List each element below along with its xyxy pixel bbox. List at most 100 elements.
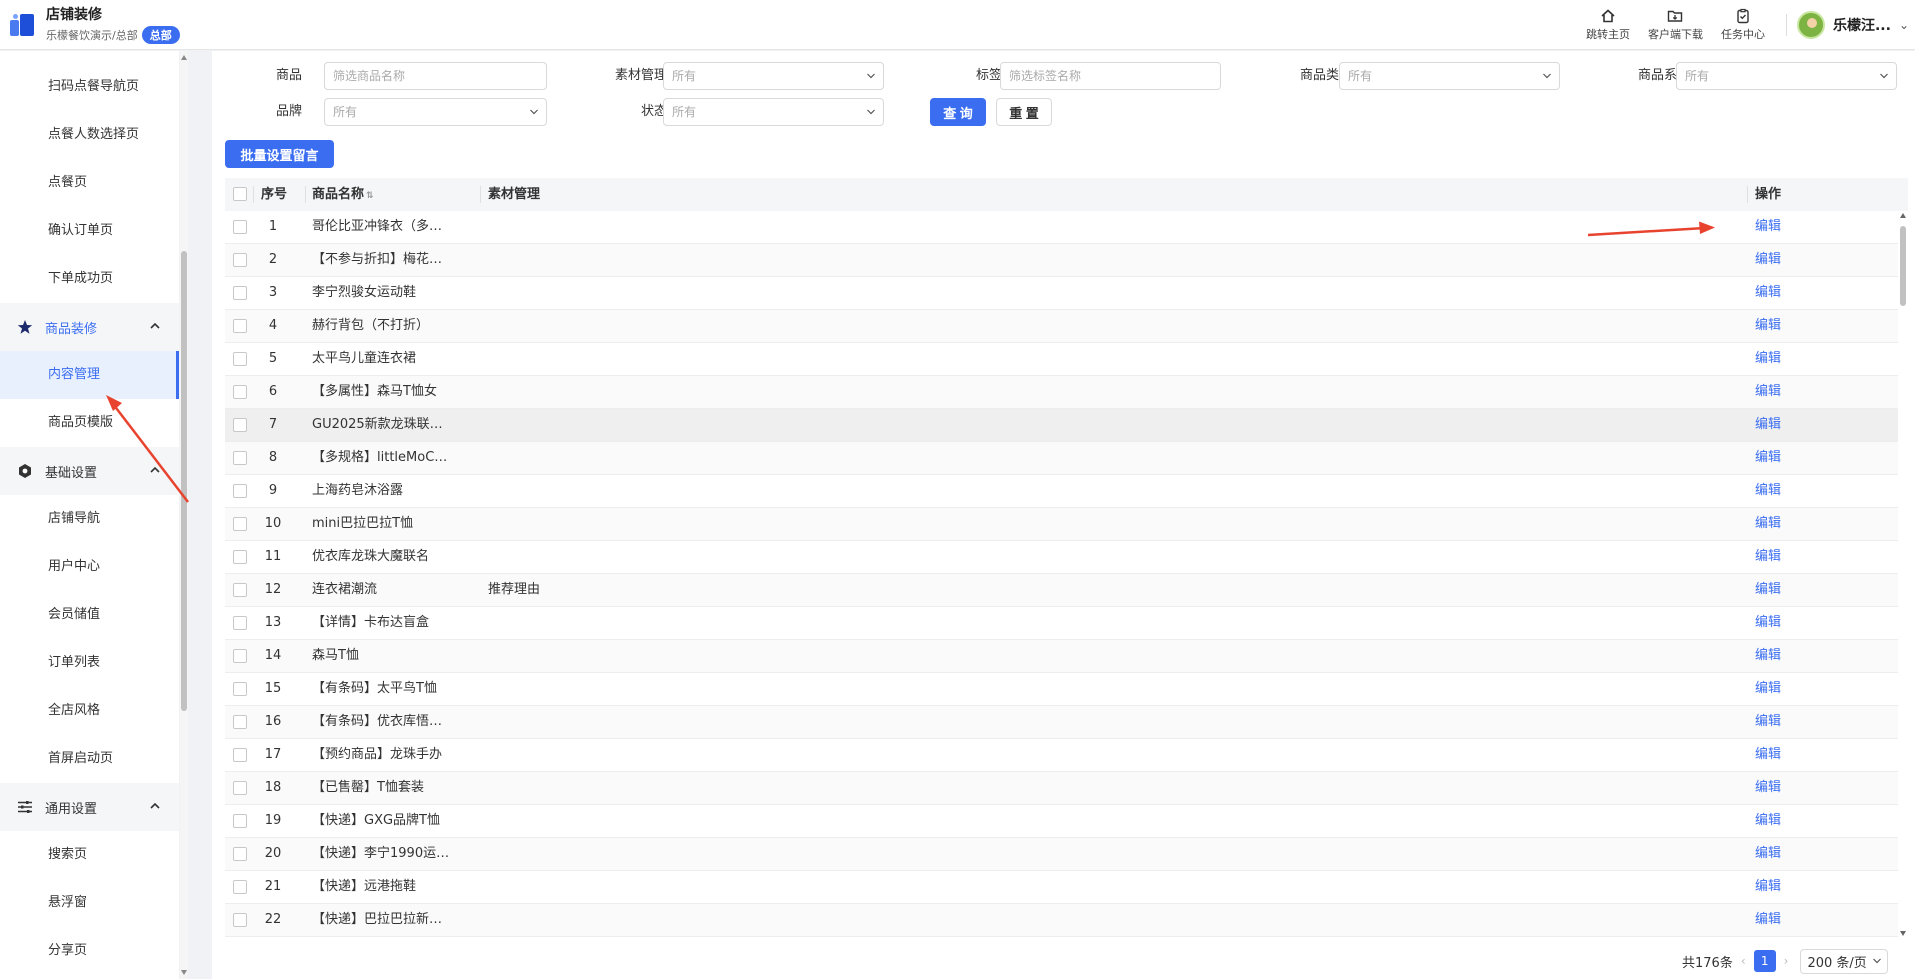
sidebar-item-scan-nav[interactable]: 扫码点餐导航页	[0, 63, 179, 111]
sidebar-scrollbar[interactable]	[180, 51, 188, 979]
sidebar-item-order-list[interactable]: 订单列表	[0, 639, 179, 687]
sidebar-group-basic[interactable]: 基础设置	[0, 447, 179, 495]
sidebar-group-goods[interactable]: 商品装修	[0, 303, 179, 351]
scroll-down-icon[interactable]	[1900, 931, 1906, 936]
row-checkbox[interactable]	[233, 253, 247, 267]
row-checkbox[interactable]	[233, 814, 247, 828]
batch-set-message-button[interactable]: 批量设置留言	[225, 140, 334, 168]
row-checkbox[interactable]	[233, 418, 247, 432]
edit-link[interactable]: 编辑	[1755, 772, 1781, 804]
edit-link[interactable]: 编辑	[1755, 508, 1781, 540]
sidebar-group-general[interactable]: 通用设置	[0, 783, 179, 831]
scroll-up-icon[interactable]	[181, 55, 187, 60]
avatar[interactable]	[1796, 11, 1825, 39]
edit-link[interactable]: 编辑	[1755, 871, 1781, 903]
row-checkbox[interactable]	[233, 913, 247, 927]
table-row[interactable]: 13 【详情】卡布达盲盒 编辑	[225, 607, 1908, 640]
page-size-select[interactable]: 200 条/页	[1800, 948, 1888, 974]
table-row[interactable]: 3 李宁烈骏女运动鞋 编辑	[225, 277, 1908, 310]
brand-select[interactable]: 所有	[324, 98, 547, 126]
table-row[interactable]: 15 【有条码】太平鸟T恤 编辑	[225, 673, 1908, 706]
sidebar-item-party-size[interactable]: 点餐人数选择页	[0, 111, 179, 159]
table-scrollbar[interactable]	[1898, 211, 1908, 938]
table-row[interactable]: 16 【有条码】优衣库悟… 编辑	[225, 706, 1908, 739]
user-name[interactable]: 乐檬汪...	[1833, 15, 1891, 35]
table-row[interactable]: 22 【快递】巴拉巴拉新… 编辑	[225, 904, 1908, 937]
edit-link[interactable]: 编辑	[1755, 310, 1781, 342]
row-checkbox[interactable]	[233, 385, 247, 399]
table-row[interactable]: 9 上海药皂沐浴露 编辑	[225, 475, 1908, 508]
row-checkbox[interactable]	[233, 880, 247, 894]
sidebar-scroll-thumb[interactable]	[181, 251, 187, 711]
table-row[interactable]: 11 优衣库龙珠大魔联名 编辑	[225, 541, 1908, 574]
sidebar-item-user-center[interactable]: 用户中心	[0, 543, 179, 591]
edit-link[interactable]: 编辑	[1755, 904, 1781, 936]
edit-link[interactable]: 编辑	[1755, 211, 1781, 243]
edit-link[interactable]: 编辑	[1755, 541, 1781, 573]
sidebar-item-member-deposit[interactable]: 会员储值	[0, 591, 179, 639]
edit-link[interactable]: 编辑	[1755, 838, 1781, 870]
row-checkbox[interactable]	[233, 550, 247, 564]
table-row[interactable]: 7 GU2025新款龙珠联… 编辑	[225, 409, 1908, 442]
row-checkbox[interactable]	[233, 748, 247, 762]
sidebar-item-confirm-order[interactable]: 确认订单页	[0, 207, 179, 255]
table-row[interactable]: 2 【不参与折扣】梅花… 编辑	[225, 244, 1908, 277]
scroll-up-icon[interactable]	[1900, 213, 1906, 218]
material-select[interactable]: 所有	[663, 62, 884, 90]
reset-button[interactable]: 重 置	[996, 98, 1052, 126]
row-checkbox[interactable]	[233, 847, 247, 861]
edit-link[interactable]: 编辑	[1755, 244, 1781, 276]
table-row[interactable]: 20 【快递】李宁1990运… 编辑	[225, 838, 1908, 871]
sidebar-item-store-style[interactable]: 全店风格	[0, 687, 179, 735]
table-scroll-thumb[interactable]	[1900, 226, 1906, 306]
series-select[interactable]: 所有	[1676, 62, 1897, 90]
table-row[interactable]: 18 【已售罄】T恤套装 编辑	[225, 772, 1908, 805]
table-row[interactable]: 14 森马T恤 编辑	[225, 640, 1908, 673]
category-select[interactable]: 所有	[1339, 62, 1560, 90]
col-name[interactable]: 商品名称 ⇅	[312, 178, 374, 213]
client-download-button[interactable]: 客户端下载	[1648, 8, 1703, 42]
row-checkbox[interactable]	[233, 715, 247, 729]
sidebar-item-content-management[interactable]: 内容管理	[0, 351, 179, 399]
table-row[interactable]: 1 哥伦比亚冲锋衣（多… 编辑	[225, 211, 1908, 244]
edit-link[interactable]: 编辑	[1755, 673, 1781, 705]
edit-link[interactable]: 编辑	[1755, 805, 1781, 837]
row-checkbox[interactable]	[233, 319, 247, 333]
sidebar-item-goods-template[interactable]: 商品页模版	[0, 399, 179, 447]
row-checkbox[interactable]	[233, 286, 247, 300]
row-checkbox[interactable]	[233, 649, 247, 663]
row-checkbox[interactable]	[233, 484, 247, 498]
select-all-checkbox[interactable]	[233, 187, 247, 201]
chevron-down-icon[interactable]: ⌄	[1899, 18, 1909, 32]
table-row[interactable]: 17 【预约商品】龙珠手办 编辑	[225, 739, 1908, 772]
next-page-icon[interactable]: ›	[1784, 954, 1789, 968]
sidebar-item-share-page[interactable]: 分享页	[0, 927, 179, 975]
row-checkbox[interactable]	[233, 220, 247, 234]
sidebar-item-float-window[interactable]: 悬浮窗	[0, 879, 179, 927]
row-checkbox[interactable]	[233, 517, 247, 531]
edit-link[interactable]: 编辑	[1755, 376, 1781, 408]
query-button[interactable]: 查 询	[930, 98, 986, 126]
edit-link[interactable]: 编辑	[1755, 607, 1781, 639]
row-checkbox[interactable]	[233, 451, 247, 465]
row-checkbox[interactable]	[233, 616, 247, 630]
row-checkbox[interactable]	[233, 352, 247, 366]
tag-name-input[interactable]: 筛选标签名称	[1000, 62, 1221, 90]
page-number[interactable]: 1	[1753, 950, 1776, 972]
table-row[interactable]: 21 【快递】远港拖鞋 编辑	[225, 871, 1908, 904]
sidebar-item-splash-page[interactable]: 首屏启动页	[0, 735, 179, 783]
row-checkbox[interactable]	[233, 781, 247, 795]
edit-link[interactable]: 编辑	[1755, 475, 1781, 507]
sidebar-item-order-success[interactable]: 下单成功页	[0, 255, 179, 303]
table-row[interactable]: 4 赫行背包（不打折） 编辑	[225, 310, 1908, 343]
scroll-down-icon[interactable]	[181, 970, 187, 975]
status-select[interactable]: 所有	[663, 98, 884, 126]
edit-link[interactable]: 编辑	[1755, 409, 1781, 441]
sidebar-item-search-page[interactable]: 搜索页	[0, 831, 179, 879]
task-center-button[interactable]: 任务中心	[1721, 8, 1765, 42]
edit-link[interactable]: 编辑	[1755, 640, 1781, 672]
table-row[interactable]: 8 【多规格】littleMoC… 编辑	[225, 442, 1908, 475]
table-row[interactable]: 10 mini巴拉巴拉T恤 编辑	[225, 508, 1908, 541]
edit-link[interactable]: 编辑	[1755, 706, 1781, 738]
sidebar-item-store-nav[interactable]: 店铺导航	[0, 495, 179, 543]
